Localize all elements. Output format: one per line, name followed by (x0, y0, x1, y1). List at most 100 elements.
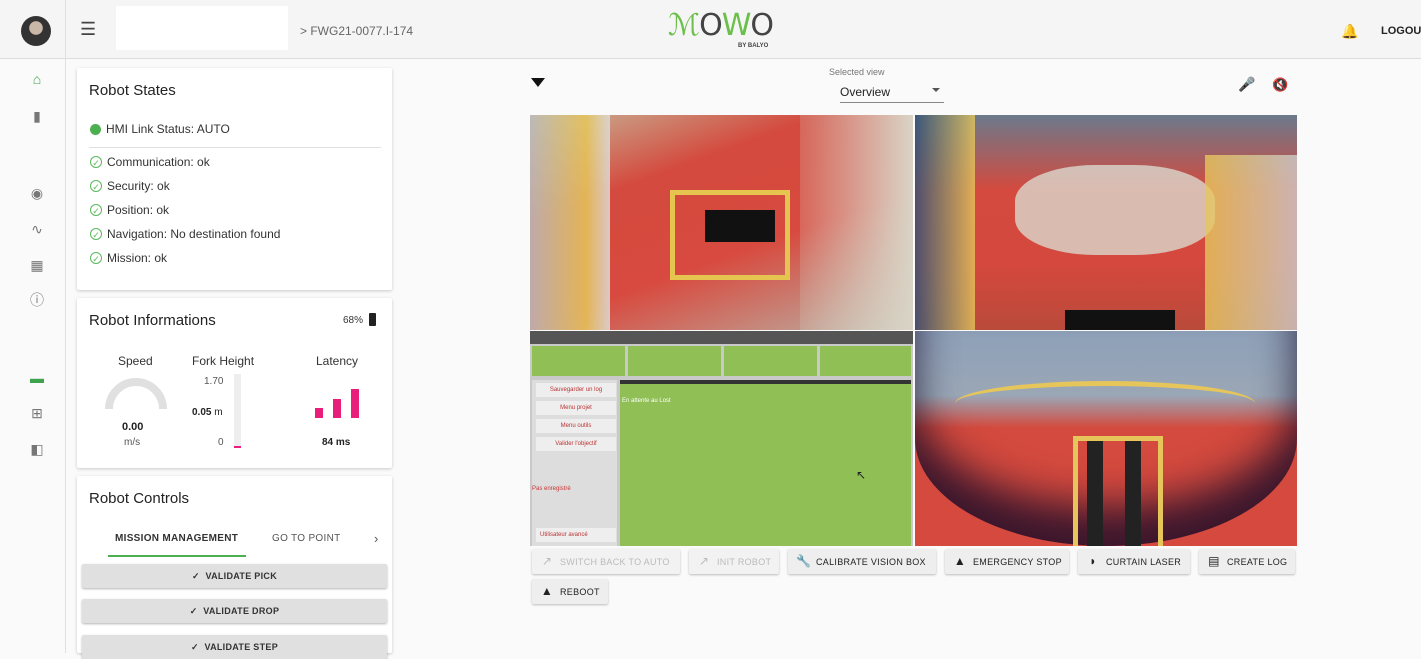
latency-bar-2 (333, 399, 341, 418)
hmi-tile-vision (724, 346, 817, 376)
camera-floor-wear (800, 115, 913, 330)
pie-chart-icon: ◗ (1089, 554, 1097, 568)
check-icon: ✓ (190, 642, 199, 652)
chevron-right-icon[interactable]: › (374, 531, 378, 546)
validate-step-button[interactable]: ✓ VALIDATE STEP (82, 635, 387, 659)
create-log-button[interactable]: ▤ CREATE LOG (1199, 549, 1295, 574)
check-circle-icon: ✓ (90, 204, 102, 216)
latency-label: Latency (316, 354, 359, 368)
switch-back-to-auto-label: SWITCH BACK TO AUTO (560, 557, 670, 567)
robot-info-title: Robot Informations (89, 312, 216, 329)
breadcrumb: > FWG21-0077.I-174 (300, 24, 414, 38)
home-icon[interactable]: ⌂ (28, 70, 46, 88)
sound-off-icon[interactable]: 🔇 (1272, 77, 1288, 93)
reboot-button[interactable]: ▲ REBOOT (532, 579, 608, 604)
emergency-stop-button[interactable]: ▲ EMERGENCY STOP (945, 549, 1069, 574)
divider (89, 147, 381, 148)
curtain-laser-label: CURTAIN LASER (1106, 557, 1182, 567)
hmi-tile-mission (820, 346, 911, 376)
calibrate-vision-box-button[interactable]: 🔧 CALIBRATE VISION BOX (788, 549, 936, 574)
camera-floor-wear (1015, 165, 1215, 255)
fork-max: 1.70 (204, 376, 224, 387)
active-tab-indicator (108, 555, 246, 557)
curtain-laser-button[interactable]: ◗ CURTAIN LASER (1078, 549, 1190, 574)
camera-feed-rear (915, 115, 1297, 330)
state-text: Position: ok (107, 203, 170, 217)
camera-forks (1065, 310, 1175, 330)
battery-icon (369, 313, 376, 326)
fork-height-label: Fork Height (192, 354, 255, 368)
tab-go-to-point[interactable]: GO TO POINT (272, 533, 341, 544)
emergency-stop-label: EMERGENCY STOP (973, 557, 1062, 567)
check-circle-icon: ✓ (90, 228, 102, 240)
bar-chart-icon[interactable]: ▦ (28, 256, 46, 274)
user-avatar[interactable] (21, 16, 51, 46)
camera-fork-left (1087, 441, 1103, 546)
warning-icon: ▲ (540, 584, 554, 598)
add-box-icon[interactable]: ⊞ (28, 404, 46, 422)
latency-bar-3 (351, 389, 359, 418)
eye-icon[interactable]: ◉ (28, 184, 46, 202)
open-external-icon: ↗ (541, 554, 553, 568)
bell-icon[interactable]: 🔔 (1341, 23, 1358, 40)
hmi-status-bar (530, 331, 913, 344)
calibrate-label: CALIBRATE VISION BOX (816, 557, 926, 567)
state-item: ✓ Communication: ok (90, 155, 210, 169)
hamburger-menu-icon[interactable]: ☰ (80, 20, 98, 38)
validate-pick-label: VALIDATE PICK (205, 571, 278, 581)
hmi-screen-feed: Sauvegarder un log Menu projet Menu outi… (530, 331, 913, 546)
camera-rack (915, 115, 975, 330)
trend-icon[interactable]: ∿ (28, 220, 46, 238)
video-icon[interactable]: ▬ (28, 369, 46, 387)
check-circle-icon: ✓ (90, 252, 102, 264)
hmi-menu-item: Menu projet (536, 401, 616, 415)
hmi-message-panel: En attente au Lost (620, 380, 911, 546)
state-item: ✓ Security: ok (90, 179, 170, 193)
robot-controls-title: Robot Controls (89, 490, 190, 507)
view-select[interactable]: Overview (840, 83, 944, 103)
info-icon[interactable]: ⓘ (28, 291, 46, 309)
fork-value-number: 0.05 (192, 407, 212, 418)
state-text: Navigation: No destination found (107, 227, 281, 241)
library-icon[interactable]: ◧ (28, 440, 46, 458)
microphone-icon[interactable]: 🎤 (1238, 76, 1255, 93)
breadcrumb-redacted (116, 6, 288, 50)
speed-unit: m/s (124, 437, 141, 448)
open-external-icon: ↗ (698, 554, 710, 568)
fork-height-fill (234, 446, 241, 448)
hmi-tile-signal (532, 346, 625, 376)
robot-states-title: Robot States (89, 82, 176, 99)
state-text: Security: ok (107, 179, 170, 193)
init-robot-button[interactable]: ↗ INIT ROBOT (689, 549, 779, 574)
reboot-label: REBOOT (560, 587, 600, 597)
document-icon: ▤ (1208, 554, 1220, 568)
hmi-menu-item: Valider l'objectif (536, 437, 616, 451)
hmi-user: Utilisateur avancé (536, 528, 616, 542)
clipboard-icon[interactable]: ▮ (28, 107, 46, 125)
validate-pick-button[interactable]: ✓ VALIDATE PICK (82, 564, 387, 588)
speed-gauge (105, 378, 167, 410)
hmi-menu-panel: Sauvegarder un log Menu projet Menu outi… (532, 380, 617, 546)
camera-feed-forks (915, 331, 1297, 546)
mouse-cursor-icon: ↖ (856, 468, 867, 482)
validate-drop-button[interactable]: ✓ VALIDATE DROP (82, 599, 387, 623)
logout-button[interactable]: LOGOUT (1381, 25, 1421, 37)
warning-icon: ▲ (953, 554, 967, 568)
create-log-label: CREATE LOG (1227, 557, 1288, 567)
state-text: Communication: ok (107, 155, 210, 169)
init-robot-label: INIT ROBOT (717, 557, 772, 567)
check-icon: ✓ (191, 571, 200, 581)
hmi-menu-item: Menu outils (536, 419, 616, 433)
switch-back-to-auto-button[interactable]: ↗ SWITCH BACK TO AUTO (532, 549, 680, 574)
camera-feed-front (530, 115, 913, 330)
hmi-menu-item: Sauvegarder un log (536, 383, 616, 397)
validate-step-label: VALIDATE STEP (204, 642, 279, 652)
selected-view-label: Selected view (829, 67, 885, 77)
sidebar-divider (65, 0, 66, 653)
fork-min: 0 (218, 437, 224, 448)
tab-mission-management[interactable]: MISSION MANAGEMENT (115, 533, 238, 544)
status-dot-icon (90, 123, 101, 135)
camera-floor-marking (670, 190, 790, 280)
check-circle-icon: ✓ (90, 156, 102, 168)
hmi-link-status: HMI Link Status: AUTO (90, 122, 230, 136)
